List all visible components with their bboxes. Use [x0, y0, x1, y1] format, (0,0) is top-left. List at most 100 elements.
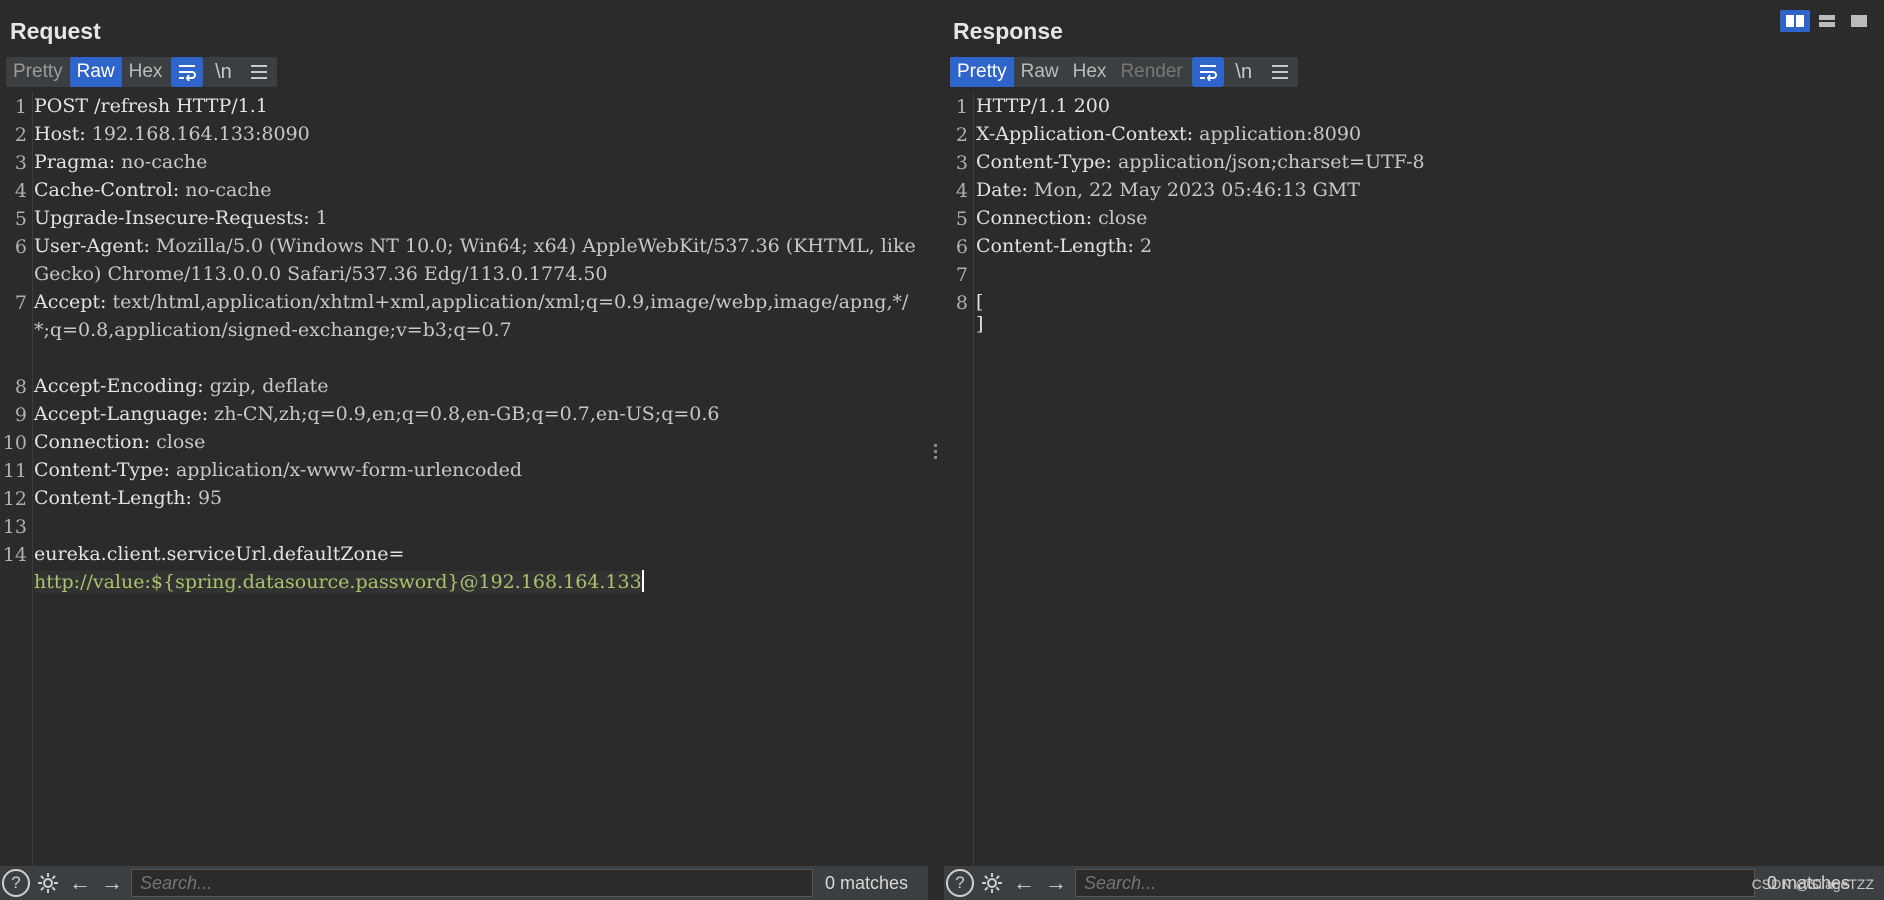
- gear-icon[interactable]: [32, 867, 64, 899]
- response-editor[interactable]: 1 HTTP/1.1 200 2 X-Application-Context: app…: [944, 92, 1884, 866]
- tab-hex[interactable]: Hex: [1066, 57, 1114, 87]
- tab-raw[interactable]: Raw: [69, 57, 122, 87]
- tab-render[interactable]: Render: [1113, 57, 1189, 87]
- header-value: 192.168.164.133:8090: [85, 123, 310, 145]
- header-value: Mozilla/5.0 (Windows NT 10.0; Win64; x64…: [34, 235, 922, 285]
- header-value: close: [1092, 207, 1148, 229]
- header-value: 2: [1133, 235, 1153, 257]
- line-number: 7: [955, 264, 968, 286]
- header-name: User-Agent:: [34, 235, 150, 257]
- search-input[interactable]: [131, 869, 813, 897]
- arrow-right-icon[interactable]: →: [1040, 867, 1072, 899]
- header-value: no-cache: [179, 179, 272, 201]
- line-number: 2: [955, 124, 968, 146]
- header-name: Accept:: [34, 291, 107, 313]
- header-value: 95: [191, 487, 223, 509]
- header-value: close: [150, 431, 206, 453]
- response-tabbar: Pretty Raw Hex Render \n: [950, 57, 1298, 87]
- header-value: text/html,application/xhtml+xml,applicat…: [34, 291, 909, 341]
- header-value: no-cache: [115, 151, 208, 173]
- header-name: eureka.client.serviceUrl.defaultZone=: [34, 543, 405, 565]
- header-name: HTTP/1.1 200: [976, 95, 1110, 117]
- header-name: Connection:: [34, 431, 151, 453]
- header-name: Cache-Control:: [34, 179, 180, 201]
- response-search-bar: ? ← → 0 matches: [944, 866, 1884, 900]
- wrap-lines-icon[interactable]: [171, 57, 204, 87]
- line-number: 9: [14, 404, 27, 426]
- text-cursor: [641, 570, 644, 592]
- single-pane-layout-icon[interactable]: [1844, 10, 1874, 32]
- matches-count: 0 matches: [825, 872, 909, 893]
- show-newlines-button[interactable]: \n: [205, 57, 241, 87]
- header-name: ]: [976, 313, 984, 335]
- hamburger-menu-icon[interactable]: [1262, 57, 1298, 87]
- response-pane: Response Pretty Raw Hex Render \n 1 HTTP/…: [944, 0, 1884, 900]
- help-icon[interactable]: ?: [944, 867, 976, 899]
- stacked-layout-icon[interactable]: [1812, 10, 1842, 32]
- header-value: application/x-www-form-urlencoded: [169, 459, 523, 481]
- header-name: Connection:: [976, 207, 1093, 229]
- line-number: 3: [14, 152, 27, 174]
- line-number: 3: [955, 152, 968, 174]
- show-newlines-button[interactable]: \n: [1226, 57, 1262, 87]
- pane-splitter[interactable]: [928, 0, 944, 900]
- request-title: Request: [10, 18, 101, 44]
- header-name: Accept-Language:: [34, 403, 209, 425]
- splitter-grip-icon[interactable]: [934, 444, 937, 460]
- line-number: 4: [955, 180, 968, 202]
- watermark: CSDN @SilageTZZ: [1751, 876, 1874, 892]
- tab-pretty[interactable]: Pretty: [6, 57, 70, 87]
- line-number: 6: [14, 236, 27, 258]
- header-name: Accept-Encoding:: [34, 375, 204, 397]
- side-by-side-layout-icon[interactable]: [1780, 10, 1810, 32]
- wrap-lines-icon[interactable]: [1191, 57, 1224, 87]
- header-name: Content-Type:: [976, 151, 1112, 173]
- header-name: X-Application-Context:: [976, 123, 1194, 145]
- header-value: application:8090: [1193, 123, 1362, 145]
- hamburger-menu-icon[interactable]: [241, 57, 277, 87]
- tab-pretty[interactable]: Pretty: [950, 57, 1014, 87]
- header-value: zh-CN,zh;q=0.9,en;q=0.8,en-GB;q=0.7,en-U…: [208, 403, 720, 425]
- response-title: Response: [953, 18, 1063, 44]
- layout-toggle-group: [1780, 10, 1874, 32]
- header-value: 1: [309, 207, 328, 229]
- body-value: http://value:${spring.datasource.passwor…: [34, 571, 642, 593]
- line-number: 4: [14, 180, 27, 202]
- header-name: Pragma:: [34, 151, 116, 173]
- tab-raw[interactable]: Raw: [1014, 57, 1066, 87]
- gear-icon[interactable]: [976, 867, 1008, 899]
- header-name: POST /refresh HTTP/1.1: [34, 95, 268, 117]
- arrow-left-icon[interactable]: ←: [64, 867, 96, 899]
- request-pane: Request Pretty Raw Hex \n 1 POST /refresh…: [0, 0, 928, 900]
- line-number: 1: [955, 96, 968, 118]
- help-icon[interactable]: ?: [0, 867, 32, 899]
- header-name: Content-Length:: [976, 235, 1134, 257]
- request-editor[interactable]: 1 POST /refresh HTTP/1.1 2 Host: 192.168.16…: [0, 92, 928, 866]
- line-number: 8: [955, 292, 968, 314]
- tab-hex[interactable]: Hex: [122, 57, 170, 87]
- line-number: 10: [2, 432, 27, 454]
- header-value: gzip, deflate: [203, 375, 329, 397]
- request-tabbar: Pretty Raw Hex \n: [6, 57, 278, 87]
- header-name: Date:: [976, 179, 1028, 201]
- line-number: 1: [14, 96, 27, 118]
- line-number: 11: [2, 460, 27, 482]
- request-search-bar: ? ← → 0 matches: [0, 866, 928, 900]
- header-name: Content-Length:: [34, 487, 192, 509]
- arrow-right-icon[interactable]: →: [96, 867, 128, 899]
- header-name: Host:: [34, 123, 86, 145]
- line-number: 8: [14, 376, 27, 398]
- arrow-left-icon[interactable]: ←: [1008, 867, 1040, 899]
- line-number: 14: [2, 544, 27, 566]
- search-input[interactable]: [1075, 869, 1755, 897]
- header-name: Content-Type:: [34, 459, 170, 481]
- line-number: 7: [14, 292, 27, 314]
- header-name: Upgrade-Insecure-Requests:: [34, 207, 310, 229]
- header-value: application/json;charset=UTF-8: [1111, 151, 1425, 173]
- line-number: 5: [14, 208, 27, 230]
- line-number: 5: [955, 208, 968, 230]
- line-number: 12: [2, 488, 27, 510]
- line-number: 2: [14, 124, 27, 146]
- line-number: 13: [2, 516, 27, 538]
- header-value: Mon, 22 May 2023 05:46:13 GMT: [1027, 179, 1360, 201]
